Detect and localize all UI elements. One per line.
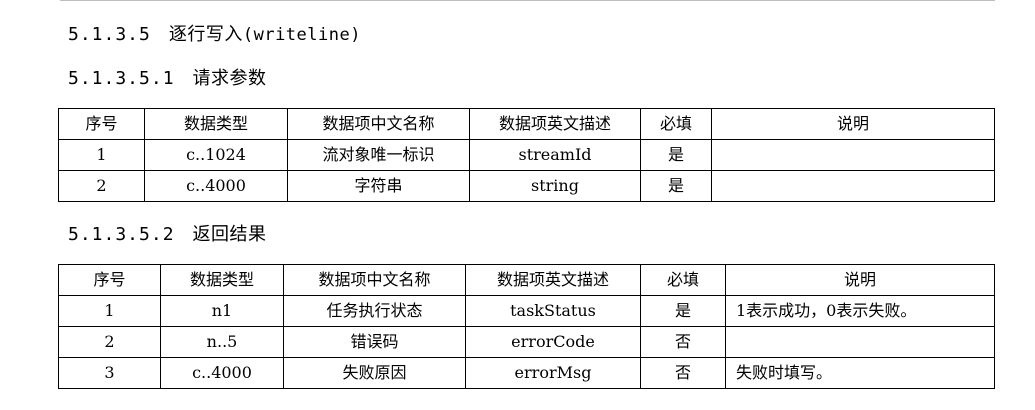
table-cell [725, 326, 995, 358]
table-cell: 错误码 [283, 326, 466, 358]
header-cell: 序号 [58, 264, 161, 296]
table-cell [711, 170, 995, 202]
table-row: 1 n1 任务执行状态 taskStatus 是 1表示成功，0表示失败。 [58, 295, 995, 327]
table-cell: errorMsg [465, 357, 641, 389]
section-heading: 5.1.3.5 逐行写入(writeline) [68, 20, 361, 46]
header-cell: 数据项英文描述 [469, 108, 641, 140]
table-cell: 否 [640, 326, 726, 358]
table-cell: c..4000 [144, 170, 288, 202]
table-cell: 是 [640, 295, 726, 327]
header-cell: 数据项中文名称 [287, 108, 470, 140]
table-cell: 失败时填写。 [725, 357, 995, 389]
header-cell: 数据项中文名称 [283, 264, 466, 296]
table-cell: errorCode [465, 326, 641, 358]
request-number: 5.1.3.5.1 [68, 68, 175, 89]
table-cell: streamId [469, 139, 641, 171]
header-cell: 数据类型 [144, 108, 288, 140]
table-cell: 否 [640, 357, 726, 389]
response-heading: 5.1.3.5.2 返回结果 [68, 220, 267, 246]
table-cell: string [469, 170, 641, 202]
table-cell: 流对象唯一标识 [287, 139, 470, 171]
response-title: 返回结果 [192, 224, 267, 245]
table-cell: 3 [58, 357, 161, 389]
table-cell: 失败原因 [283, 357, 466, 389]
table-cell [711, 139, 995, 171]
response-number: 5.1.3.5.2 [68, 224, 175, 245]
header-cell: 序号 [58, 108, 145, 140]
table-cell: 1 [58, 295, 161, 327]
table-cell: 字符串 [287, 170, 470, 202]
table-cell: c..4000 [160, 357, 284, 389]
table-cell: 1 [58, 139, 145, 171]
table-row: 3 c..4000 失败原因 errorMsg 否 失败时填写。 [58, 357, 995, 389]
header-cell: 必填 [640, 264, 726, 296]
table-row: 2 c..4000 字符串 string 是 [58, 170, 995, 202]
table-cell: n1 [160, 295, 284, 327]
section-title: 逐行写入 [168, 24, 243, 45]
table-cell: taskStatus [465, 295, 641, 327]
table-cell: 2 [58, 170, 145, 202]
header-cell: 说明 [711, 108, 995, 140]
section-title-en: (writeline) [242, 25, 361, 45]
header-cell: 说明 [725, 264, 995, 296]
table-cell: c..1024 [144, 139, 288, 171]
table-row: 2 n..5 错误码 errorCode 否 [58, 326, 995, 358]
header-cell: 数据项英文描述 [465, 264, 641, 296]
request-heading: 5.1.3.5.1 请求参数 [68, 64, 267, 90]
table-cell: 任务执行状态 [283, 295, 466, 327]
request-title: 请求参数 [192, 68, 267, 89]
table-cell: 是 [640, 139, 712, 171]
request-params-table: 序号 数据类型 数据项中文名称 数据项英文描述 必填 说明 1 c..1024 … [58, 108, 995, 202]
table-cell: 2 [58, 326, 161, 358]
response-result-table: 序号 数据类型 数据项中文名称 数据项英文描述 必填 说明 1 n1 任务执行状… [58, 264, 995, 389]
table-header-row: 序号 数据类型 数据项中文名称 数据项英文描述 必填 说明 [58, 264, 995, 296]
header-cell: 数据类型 [160, 264, 284, 296]
section-number: 5.1.3.5 [68, 24, 151, 45]
table-cell: 1表示成功，0表示失败。 [725, 295, 995, 327]
top-rule [60, 0, 995, 1]
table-row: 1 c..1024 流对象唯一标识 streamId 是 [58, 139, 995, 171]
header-cell: 必填 [640, 108, 712, 140]
table-header-row: 序号 数据类型 数据项中文名称 数据项英文描述 必填 说明 [58, 108, 995, 140]
table-cell: 是 [640, 170, 712, 202]
table-cell: n..5 [160, 326, 284, 358]
